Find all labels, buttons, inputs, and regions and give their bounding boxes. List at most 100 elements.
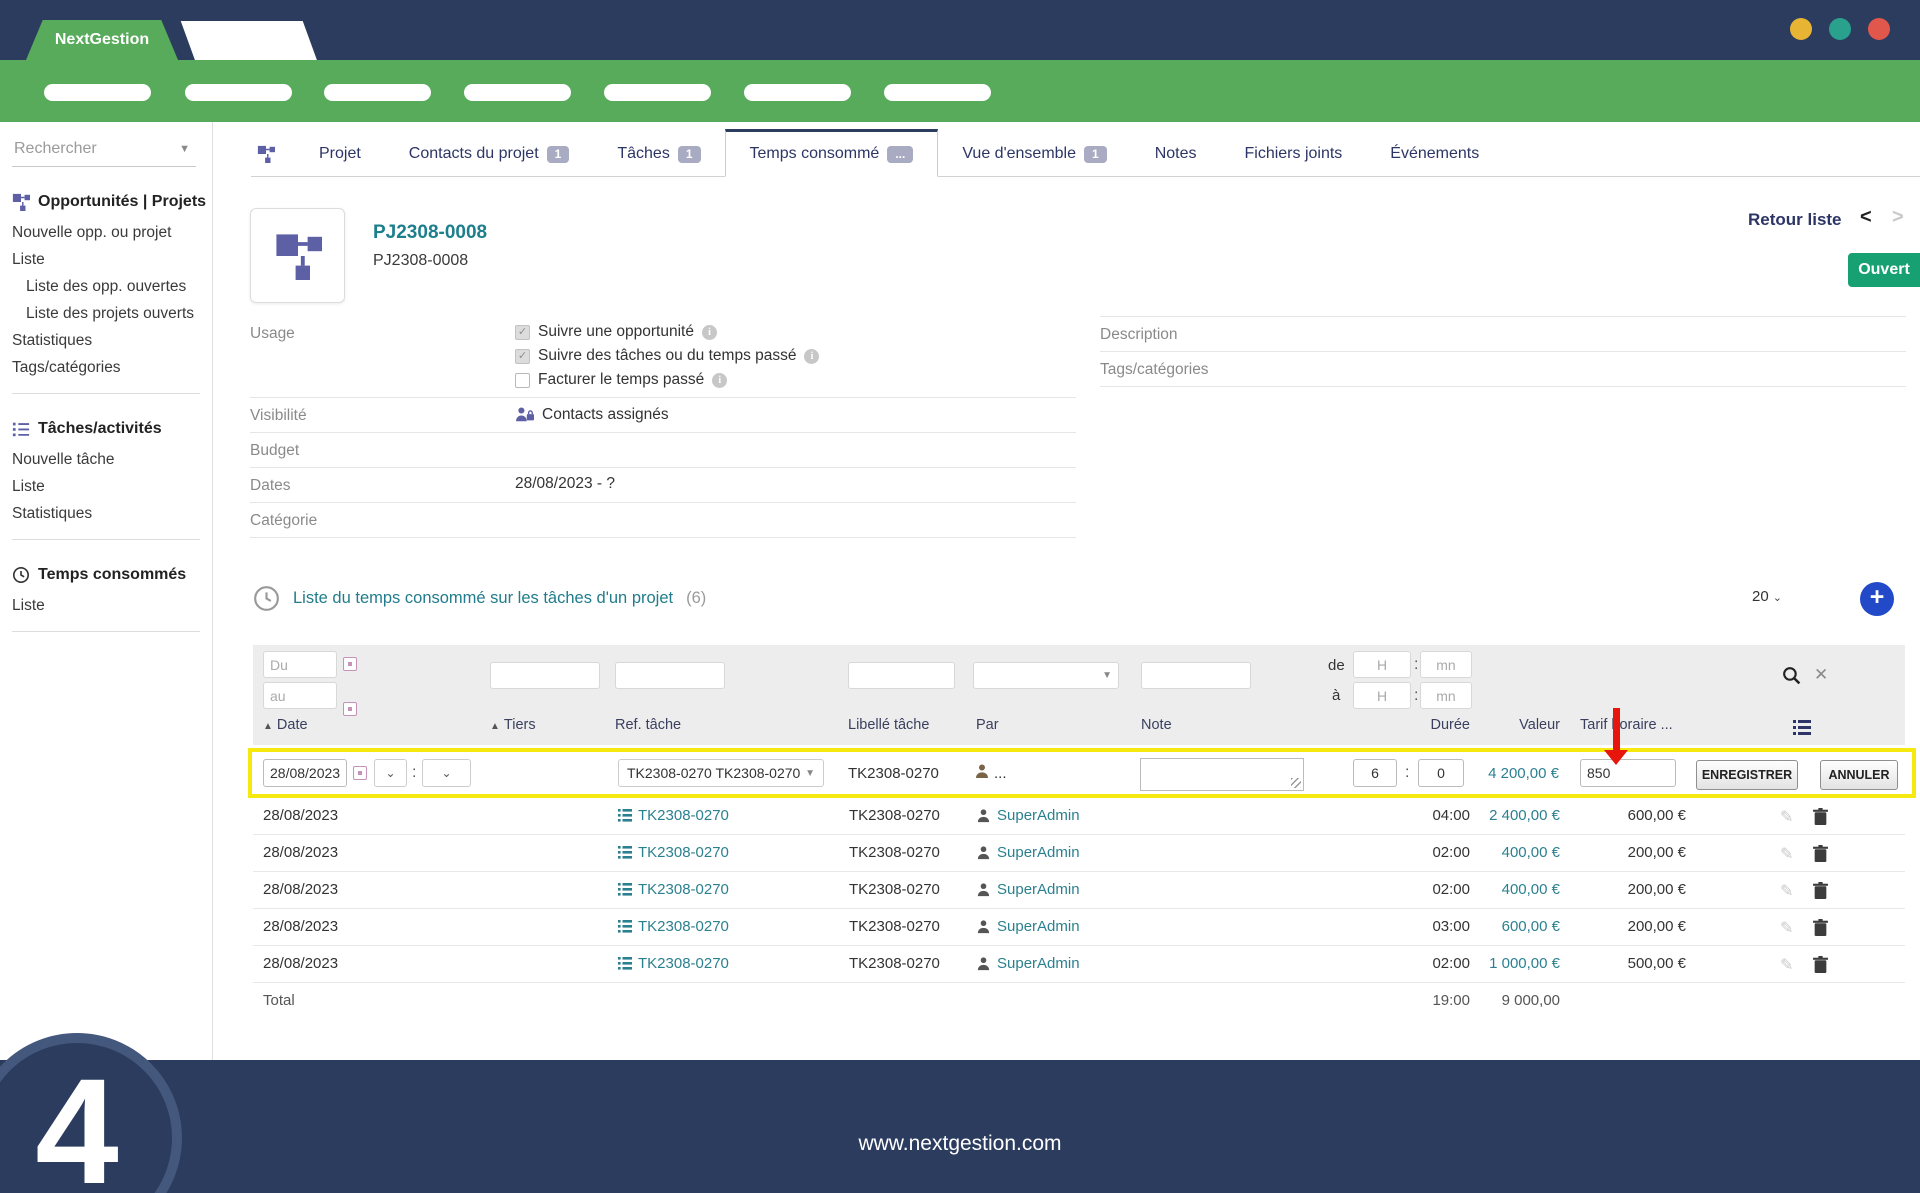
tab-vue-densemble[interactable]: Vue d'ensemble1 (938, 132, 1130, 176)
sidebar-item-liste-opp-ouvertes[interactable]: Liste des opp. ouvertes (12, 273, 212, 300)
chevron-down-icon[interactable]: ▼ (179, 143, 190, 155)
filter-minute-from-input[interactable] (1420, 651, 1472, 678)
columns-list-icon[interactable] (1793, 719, 1811, 735)
cell-par-link[interactable]: SuperAdmin (976, 807, 1080, 824)
calendar-icon[interactable] (343, 702, 357, 716)
filter-tiers-input[interactable] (490, 662, 600, 689)
col-ref-tache[interactable]: Ref. tâche (615, 717, 681, 733)
nav-pill[interactable] (884, 84, 991, 101)
info-icon[interactable]: i (804, 349, 819, 364)
nav-pill[interactable] (744, 84, 851, 101)
edit-pencil-icon[interactable]: ✎ (1780, 807, 1793, 827)
chevron-right-icon[interactable]: > (1892, 206, 1904, 229)
sidebar-item-liste-taches[interactable]: Liste (12, 473, 212, 500)
tab-projet[interactable]: Projet (295, 132, 385, 176)
edit-hourly-rate-input[interactable] (1580, 759, 1676, 787)
project-code-title[interactable]: PJ2308-0008 (373, 222, 487, 244)
sidebar-item-liste-projets-ouverts[interactable]: Liste des projets ouverts (12, 300, 212, 327)
nav-pill[interactable] (604, 84, 711, 101)
nav-pill[interactable] (44, 84, 151, 101)
nav-pill[interactable] (464, 84, 571, 101)
tab-temps-consomme[interactable]: Temps consommé... (725, 129, 939, 177)
cell-par-link[interactable]: SuperAdmin (976, 955, 1080, 972)
cancel-button[interactable]: ANNULER (1820, 760, 1898, 790)
search-icon[interactable] (1781, 665, 1802, 686)
edit-pencil-icon[interactable]: ✎ (1780, 955, 1793, 975)
trash-icon[interactable] (1813, 956, 1828, 973)
cell-par-link[interactable]: SuperAdmin (976, 844, 1080, 861)
checkbox-facturer-temps[interactable] (515, 373, 530, 388)
cell-ref-link[interactable]: TK2308-0270 (618, 881, 729, 898)
calendar-icon[interactable] (353, 766, 367, 780)
cell-ref-link[interactable]: TK2308-0270 (618, 955, 729, 972)
cell-ref-link[interactable]: TK2308-0270 (618, 807, 729, 824)
edit-pencil-icon[interactable]: ✎ (1780, 918, 1793, 938)
filter-hour-from-input[interactable] (1353, 651, 1411, 678)
col-tiers[interactable]: ▲Tiers (490, 717, 536, 733)
page-size-select[interactable]: 20⌄ (1752, 588, 1782, 605)
window-dot-teal-icon[interactable] (1829, 18, 1851, 40)
tab-taches[interactable]: Tâches1 (593, 132, 724, 176)
edit-pencil-icon[interactable]: ✎ (1780, 844, 1793, 864)
sidebar-item-statistiques-taches[interactable]: Statistiques (12, 500, 212, 527)
filter-par-select[interactable]: ▼ (973, 662, 1119, 689)
filter-minute-to-input[interactable] (1420, 682, 1472, 709)
col-duree[interactable]: Durée (1383, 717, 1470, 733)
window-dot-red-icon[interactable] (1868, 18, 1890, 40)
footer-url[interactable]: www.nextgestion.com (0, 1132, 1920, 1156)
info-icon[interactable]: i (712, 373, 727, 388)
chevron-left-icon[interactable]: < (1860, 206, 1872, 229)
back-to-list-link[interactable]: Retour liste (1748, 210, 1842, 230)
filter-ref-tache-input[interactable] (615, 662, 725, 689)
tab-contacts-du-projet[interactable]: Contacts du projet1 (385, 132, 594, 176)
status-open-button[interactable]: Ouvert (1848, 253, 1920, 287)
add-time-entry-button[interactable]: + (1860, 582, 1894, 616)
save-button[interactable]: ENREGISTRER (1696, 760, 1798, 790)
filter-date-from-input[interactable] (263, 651, 337, 678)
filter-note-input[interactable] (1141, 662, 1251, 689)
nav-pill[interactable] (324, 84, 431, 101)
filter-date-to-input[interactable] (263, 682, 337, 709)
calendar-icon[interactable] (343, 657, 357, 671)
project-sitemap-tab[interactable] (251, 132, 295, 176)
tab-fichiers-joints[interactable]: Fichiers joints (1220, 132, 1366, 176)
edit-note-textarea[interactable] (1140, 758, 1304, 791)
clear-filter-icon[interactable]: ✕ (1814, 665, 1828, 685)
col-date[interactable]: ▲Date (263, 717, 308, 733)
nav-pill[interactable] (185, 84, 292, 101)
filter-hour-to-input[interactable] (1353, 682, 1411, 709)
tab-notes[interactable]: Notes (1131, 132, 1221, 176)
checkbox-suivre-opportunite[interactable]: ✓ (515, 325, 530, 340)
search-input[interactable]: Rechercher ▼ (12, 134, 196, 167)
checkbox-suivre-taches[interactable]: ✓ (515, 349, 530, 364)
trash-icon[interactable] (1813, 919, 1828, 936)
info-icon[interactable]: i (702, 325, 717, 340)
filter-libelle-input[interactable] (848, 662, 955, 689)
trash-icon[interactable] (1813, 882, 1828, 899)
edit-pencil-icon[interactable]: ✎ (1780, 881, 1793, 901)
sidebar-item-tags-categories[interactable]: Tags/catégories (12, 354, 212, 381)
window-dot-yellow-icon[interactable] (1790, 18, 1812, 40)
cell-ref-link[interactable]: TK2308-0270 (618, 844, 729, 861)
col-libelle-tache[interactable]: Libellé tâche (848, 717, 929, 733)
brand-logo[interactable]: NextGestion (26, 20, 178, 60)
col-par[interactable]: Par (976, 717, 999, 733)
sidebar-item-nouvelle-tache[interactable]: Nouvelle tâche (12, 446, 212, 473)
sidebar-item-nouvelle-opp[interactable]: Nouvelle opp. ou projet (12, 219, 212, 246)
edit-minute-select[interactable]: ⌄ (422, 759, 471, 787)
cell-par-link[interactable]: SuperAdmin (976, 881, 1080, 898)
sidebar-item-liste-temps[interactable]: Liste (12, 592, 212, 619)
cell-ref-link[interactable]: TK2308-0270 (618, 918, 729, 935)
edit-date-input[interactable] (263, 759, 347, 787)
col-valeur[interactable]: Valeur (1483, 717, 1560, 733)
sidebar-item-statistiques-opp[interactable]: Statistiques (12, 327, 212, 354)
tab-evenements[interactable]: Événements (1366, 132, 1503, 176)
trash-icon[interactable] (1813, 808, 1828, 825)
trash-icon[interactable] (1813, 845, 1828, 862)
edit-hour-select[interactable]: ⌄ (374, 759, 407, 787)
col-note[interactable]: Note (1141, 717, 1172, 733)
edit-duration-hours-input[interactable] (1353, 759, 1397, 787)
edit-task-select[interactable]: TK2308-0270 TK2308-0270 ▼ (618, 759, 824, 787)
cell-par-link[interactable]: SuperAdmin (976, 918, 1080, 935)
sidebar-item-liste-opp[interactable]: Liste (12, 246, 212, 273)
